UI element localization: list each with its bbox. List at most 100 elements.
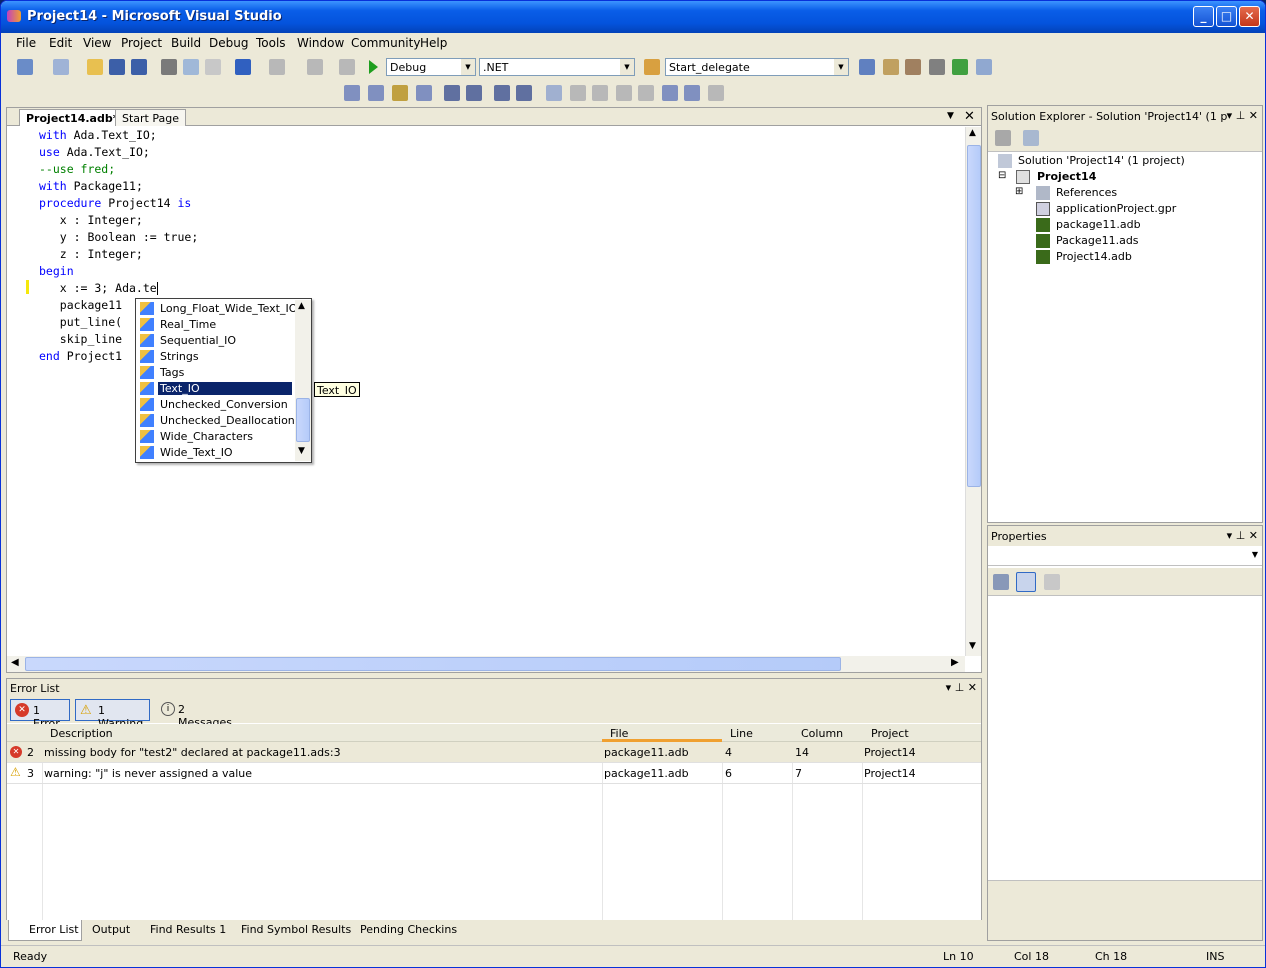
increase-indent-icon[interactable]: [466, 85, 482, 101]
column-description[interactable]: Description: [50, 727, 113, 740]
expand-references-icon[interactable]: ⊞: [1015, 186, 1023, 197]
find-in-files-icon[interactable]: [644, 59, 660, 75]
intellisense-list[interactable]: Long_Float_Wide_Text_IO Real_Time Sequenti…: [135, 298, 312, 463]
toggle-bookmark-icon[interactable]: [546, 85, 562, 101]
toolbox-icon[interactable]: [929, 59, 945, 75]
code-line[interactable]: x := 3; Ada.te: [39, 280, 198, 297]
previous-bookmark-icon[interactable]: [570, 85, 586, 101]
menu-edit[interactable]: Edit: [49, 36, 72, 50]
code-line[interactable]: procedure Project14 is: [39, 195, 198, 212]
minimize-button[interactable]: _: [1193, 6, 1214, 27]
next-bookmark-icon[interactable]: [592, 85, 608, 101]
error-list-window-buttons[interactable]: ▾ ⊥ ✕: [946, 681, 977, 694]
prev-bookmark-doc-icon[interactable]: [662, 85, 678, 101]
title-bar[interactable]: Project14 - Microsoft Visual Studio _ □ …: [1, 1, 1265, 33]
code-line[interactable]: y : Boolean := true;: [39, 229, 198, 246]
tab-project14-adb[interactable]: Project14.adb*: [19, 109, 126, 126]
solution-node[interactable]: Solution 'Project14' (1 project): [1018, 154, 1185, 167]
solution-explorer-icon[interactable]: [859, 59, 875, 75]
menu-window[interactable]: Window: [297, 36, 344, 50]
warning-row[interactable]: ⚠ 3 warning: "j" is never assigned a val…: [7, 763, 981, 784]
intellisense-item[interactable]: Real_Time: [138, 317, 293, 333]
vertical-scroll-thumb[interactable]: [967, 145, 981, 487]
paste-icon[interactable]: [205, 59, 221, 75]
parameter-info-icon[interactable]: [368, 85, 384, 101]
intellisense-scrollbar[interactable]: ▲ ▼: [295, 300, 311, 461]
tab-error-list[interactable]: Error List: [8, 920, 82, 941]
active-files-dropdown-icon[interactable]: ▼: [947, 111, 954, 121]
navigate-forward-icon[interactable]: [339, 59, 355, 75]
code-line[interactable]: --use fred;: [39, 161, 198, 178]
menu-help[interactable]: Help: [420, 36, 447, 50]
error-row[interactable]: ✕ 2 missing body for "test2" declared at…: [7, 742, 981, 763]
tree-item-gpr[interactable]: applicationProject.gpr: [1056, 202, 1176, 215]
navigate-backward-icon[interactable]: [307, 59, 323, 75]
close-document-icon[interactable]: ✕: [964, 109, 975, 124]
errors-filter-button[interactable]: ✕ 1 Error: [10, 699, 70, 730]
intellisense-item[interactable]: Unchecked_Conversion: [138, 397, 293, 413]
save-all-icon[interactable]: [131, 59, 147, 75]
intellisense-scroll-thumb[interactable]: [296, 398, 310, 442]
alphabetical-icon[interactable]: [1016, 572, 1036, 592]
code-line[interactable]: with Package11;: [39, 178, 198, 195]
code-line[interactable]: use Ada.Text_IO;: [39, 144, 198, 161]
intellisense-item[interactable]: Wide_Characters: [138, 429, 293, 445]
menu-community[interactable]: Community: [351, 36, 420, 50]
object-browser-icon[interactable]: [905, 59, 921, 75]
code-line[interactable]: z : Integer;: [39, 246, 198, 263]
tree-item-project14-adb[interactable]: Project14.adb: [1056, 250, 1132, 263]
tree-item-package11-ads[interactable]: Package11.ads: [1056, 234, 1139, 247]
menu-build[interactable]: Build: [171, 36, 201, 50]
comment-lines-icon[interactable]: [494, 85, 510, 101]
menu-tools[interactable]: Tools: [256, 36, 286, 50]
cut-icon[interactable]: [161, 59, 177, 75]
open-file-icon[interactable]: [87, 59, 103, 75]
column-column[interactable]: Column: [801, 727, 843, 740]
solution-configuration-combo[interactable]: Debug ▼: [386, 58, 476, 76]
find-combo[interactable]: Start_delegate ▼: [665, 58, 849, 76]
clear-bookmarks-icon[interactable]: [708, 85, 724, 101]
code-line[interactable]: x : Integer;: [39, 212, 198, 229]
tab-start-page[interactable]: Start Page: [115, 109, 186, 126]
redo-icon[interactable]: [269, 59, 285, 75]
tab-output[interactable]: Output: [92, 923, 130, 936]
intellisense-item[interactable]: Wide_Text_IO: [138, 445, 293, 461]
menu-project[interactable]: Project: [121, 36, 162, 50]
decrease-indent-icon[interactable]: [444, 85, 460, 101]
property-pages-icon[interactable]: [1044, 574, 1060, 590]
messages-filter-button[interactable]: i 2 Messages: [157, 699, 237, 729]
editor-vertical-scrollbar[interactable]: ▲ ▼: [965, 127, 981, 656]
next-bookmark-doc-icon[interactable]: [684, 85, 700, 101]
editor-horizontal-scrollbar[interactable]: ◀ ▶: [7, 656, 965, 672]
solution-platform-combo[interactable]: .NET ▼: [479, 58, 635, 76]
start-debugging-icon[interactable]: [369, 60, 378, 74]
collapse-project-icon[interactable]: ⊟: [998, 170, 1006, 181]
tab-find-symbol-results[interactable]: Find Symbol Results: [241, 923, 351, 936]
menu-debug[interactable]: Debug: [209, 36, 248, 50]
prev-bookmark-folder-icon[interactable]: [616, 85, 632, 101]
uncomment-lines-icon[interactable]: [516, 85, 532, 101]
code-line[interactable]: begin: [39, 263, 198, 280]
maximize-button[interactable]: □: [1216, 6, 1237, 27]
tree-item-references[interactable]: References: [1056, 186, 1117, 199]
close-button[interactable]: ✕: [1239, 6, 1260, 27]
undo-icon[interactable]: [235, 59, 251, 75]
complete-word-icon[interactable]: [416, 85, 432, 101]
intellisense-item[interactable]: Strings: [138, 349, 293, 365]
tab-pending-checkins[interactable]: Pending Checkins: [360, 923, 457, 936]
tree-item-package11-adb[interactable]: package11.adb: [1056, 218, 1141, 231]
intellisense-item[interactable]: Text_IO: [138, 381, 293, 397]
next-bookmark-folder-icon[interactable]: [638, 85, 654, 101]
project-node[interactable]: Project14: [1037, 170, 1096, 183]
properties-object-combo[interactable]: ▼: [988, 546, 1262, 566]
menu-view[interactable]: View: [83, 36, 111, 50]
menu-file[interactable]: File: [16, 36, 36, 50]
column-project[interactable]: Project: [871, 727, 909, 740]
start-page-icon[interactable]: [952, 59, 968, 75]
add-item-icon[interactable]: [53, 59, 69, 75]
warnings-filter-button[interactable]: ⚠ 1 Warning: [75, 699, 150, 730]
other-windows-icon[interactable]: [976, 59, 992, 75]
code-line[interactable]: with Ada.Text_IO;: [39, 127, 198, 144]
quick-info-icon[interactable]: [392, 85, 408, 101]
object-member-list-icon[interactable]: [344, 85, 360, 101]
